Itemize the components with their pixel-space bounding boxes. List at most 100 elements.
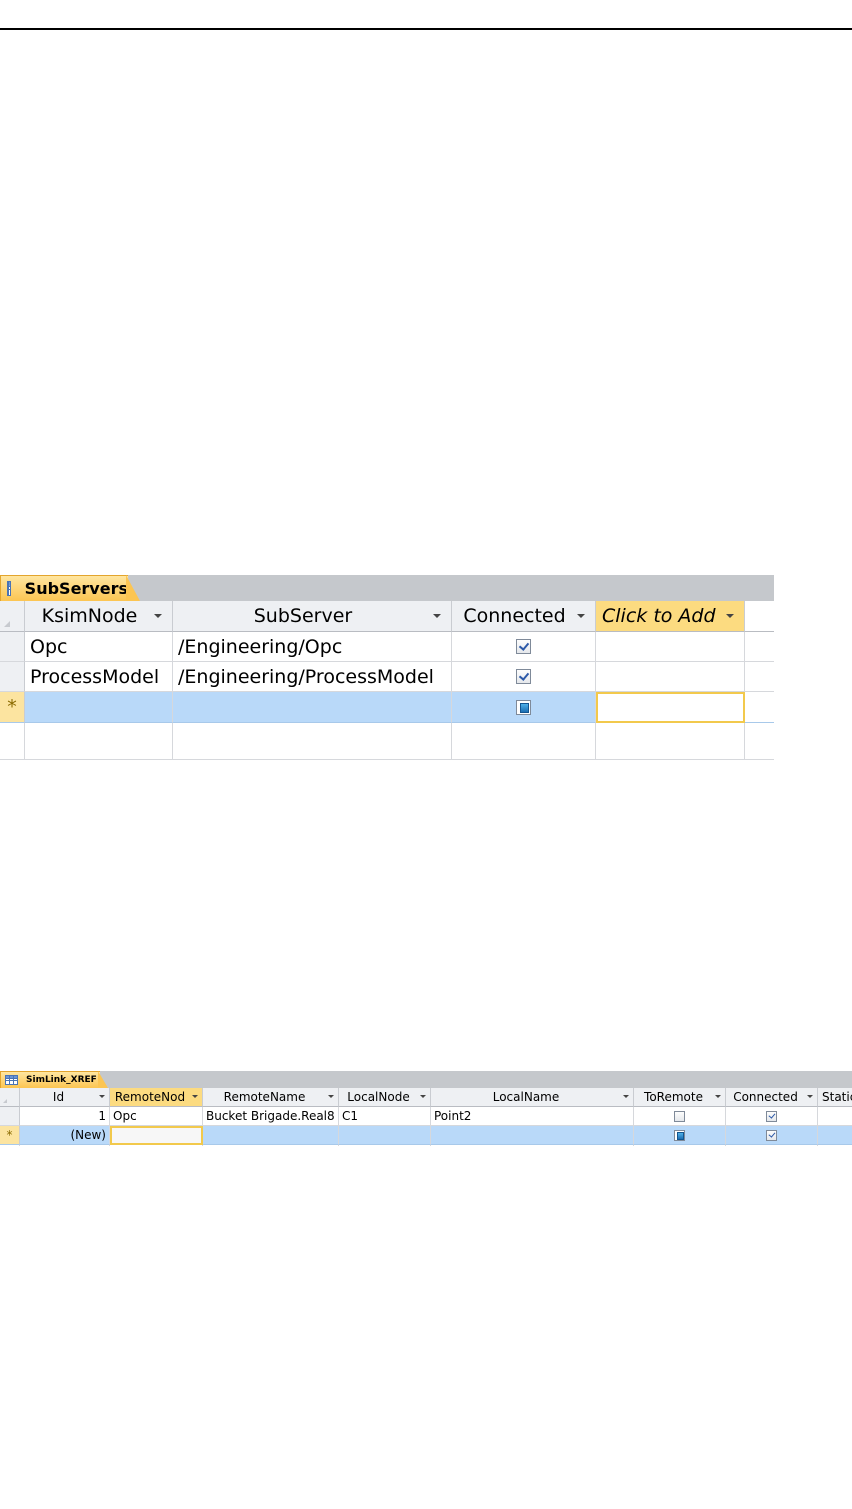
column-header-toremote[interactable]: ToRemote (634, 1088, 726, 1107)
row-selector[interactable] (0, 662, 25, 692)
cell-ksimnode[interactable] (25, 692, 173, 723)
cell-remotenode[interactable]: Opc (110, 1107, 203, 1126)
column-label: Connected (733, 1090, 798, 1104)
corner-triangle-icon (3, 1099, 7, 1103)
column-label: KsimNode (41, 605, 138, 627)
cell-static[interactable] (818, 1126, 852, 1145)
dropdown-arrow-icon[interactable] (577, 614, 585, 618)
checkbox-checked[interactable] (516, 639, 531, 654)
empty-cell (0, 1145, 20, 1146)
column-header-connected[interactable]: Connected (726, 1088, 818, 1107)
cell-ksimnode[interactable]: ProcessModel (25, 662, 173, 692)
row-selector[interactable] (0, 632, 25, 662)
cell-connected[interactable] (452, 632, 596, 662)
cell-subserver[interactable] (173, 692, 452, 723)
empty-cell (431, 1145, 634, 1146)
asterisk-icon: * (7, 696, 17, 718)
column-label: Connected (463, 605, 566, 627)
cell-localname[interactable]: Point2 (431, 1107, 634, 1126)
simlink-grid: Id RemoteNod RemoteName LocalNode LocalN… (0, 1088, 852, 1146)
column-label: Click to Add (602, 605, 716, 627)
table-row[interactable]: 1 Opc Bucket Brigade.Real8 C1 Point2 (0, 1107, 852, 1126)
dropdown-arrow-icon[interactable] (420, 1095, 426, 1098)
select-all-corner[interactable] (0, 601, 25, 632)
new-record-row[interactable]: * (New) (0, 1126, 852, 1145)
new-record-marker[interactable]: * (0, 692, 25, 723)
empty-area (745, 692, 774, 723)
cell-connected[interactable] (452, 662, 596, 692)
cell-connected[interactable] (726, 1126, 818, 1145)
column-header-localnode[interactable]: LocalNode (339, 1088, 431, 1107)
column-label: Id (52, 1090, 65, 1104)
cell-localname[interactable] (431, 1126, 634, 1145)
checkbox-unchecked[interactable] (674, 1110, 685, 1122)
dropdown-arrow-icon[interactable] (807, 1095, 813, 1098)
cell-click-to-add-focused[interactable] (596, 692, 745, 723)
select-all-corner[interactable] (0, 1088, 20, 1107)
dropdown-arrow-icon[interactable] (192, 1095, 198, 1098)
checkbox-checked[interactable] (766, 1110, 777, 1122)
subservers-datasheet: SubServers KsimNode SubServer Connected … (0, 575, 774, 760)
column-header-connected[interactable]: Connected (452, 601, 596, 632)
checkbox-checked[interactable] (766, 1129, 777, 1141)
cell-subserver[interactable]: /Engineering/Opc (173, 632, 452, 662)
dropdown-arrow-icon[interactable] (715, 1095, 721, 1098)
column-header-subserver[interactable]: SubServer (173, 601, 452, 632)
cell-static[interactable] (818, 1107, 852, 1126)
column-header-localname[interactable]: LocalName (431, 1088, 634, 1107)
dropdown-arrow-icon[interactable] (726, 614, 734, 618)
table-icon (7, 581, 11, 596)
cell-click-to-add[interactable] (596, 632, 745, 662)
checkbox-checked[interactable] (516, 669, 531, 684)
dropdown-arrow-icon[interactable] (623, 1095, 629, 1098)
column-label: LocalName (492, 1090, 560, 1104)
empty-row (0, 1145, 852, 1146)
column-label: SubServer (253, 605, 353, 627)
new-record-row[interactable]: * (0, 692, 774, 723)
column-header-ksimnode[interactable]: KsimNode (25, 601, 173, 632)
column-header-id[interactable]: Id (20, 1088, 110, 1107)
cell-click-to-add[interactable] (596, 662, 745, 692)
empty-area (745, 723, 774, 760)
dropdown-arrow-icon[interactable] (433, 614, 441, 618)
header-row: KsimNode SubServer Connected Click to Ad… (0, 601, 774, 632)
cell-connected[interactable] (726, 1107, 818, 1126)
corner-triangle-icon (4, 621, 10, 627)
simlink-tab[interactable]: SimLink_XREF (0, 1071, 100, 1088)
subservers-tab-strip: SubServers (0, 575, 774, 601)
column-header-click-to-add[interactable]: Click to Add (596, 601, 745, 632)
new-record-marker[interactable]: * (0, 1126, 20, 1145)
empty-cell (634, 1145, 726, 1146)
checkbox-indeterminate[interactable] (674, 1129, 685, 1141)
cell-toremote[interactable] (634, 1107, 726, 1126)
table-row[interactable]: ProcessModel /Engineering/ProcessModel (0, 662, 774, 692)
empty-cell (0, 723, 25, 760)
cell-remotenode-focused[interactable] (110, 1126, 203, 1145)
dropdown-arrow-icon[interactable] (154, 614, 162, 618)
subservers-tab[interactable]: SubServers (0, 575, 128, 601)
cell-connected[interactable] (452, 692, 596, 723)
checkbox-indeterminate[interactable] (516, 699, 531, 715)
top-rule (0, 28, 852, 30)
cell-localnode[interactable] (339, 1126, 431, 1145)
cell-toremote[interactable] (634, 1126, 726, 1145)
cell-id[interactable]: 1 (20, 1107, 110, 1126)
cell-remotename[interactable] (203, 1126, 339, 1145)
cell-ksimnode[interactable]: Opc (25, 632, 173, 662)
cell-localnode[interactable]: C1 (339, 1107, 431, 1126)
column-header-static[interactable]: Static (818, 1088, 852, 1107)
column-header-remotename[interactable]: RemoteName (203, 1088, 339, 1107)
cell-subserver[interactable]: /Engineering/ProcessModel (173, 662, 452, 692)
dropdown-arrow-icon[interactable] (99, 1095, 105, 1098)
row-selector[interactable] (0, 1107, 20, 1126)
dropdown-arrow-icon[interactable] (328, 1095, 334, 1098)
table-row[interactable]: Opc /Engineering/Opc (0, 632, 774, 662)
cell-id[interactable]: (New) (20, 1126, 110, 1145)
cell-remotename[interactable]: Bucket Brigade.Real8 (203, 1107, 339, 1126)
empty-cell (818, 1145, 852, 1146)
empty-cell (173, 723, 452, 760)
simlink-xref-datasheet: SimLink_XREF Id RemoteNod RemoteName Loc… (0, 1071, 852, 1146)
column-label: LocalNode (347, 1090, 410, 1104)
column-header-remotenode[interactable]: RemoteNod (110, 1088, 203, 1107)
asterisk-icon: * (6, 1128, 13, 1142)
